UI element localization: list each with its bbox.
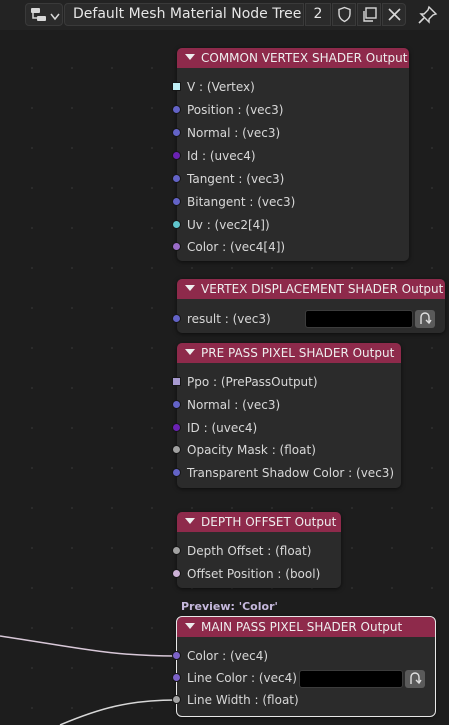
- socket-icon[interactable]: [172, 377, 181, 386]
- socket-label: ID : (uvec4): [187, 421, 258, 435]
- socket-label: Uv : (vec2[4]): [187, 218, 270, 232]
- preview-label: Preview: 'Color': [181, 600, 278, 613]
- socket-icon[interactable]: [172, 128, 181, 137]
- socket-icon[interactable]: [172, 220, 181, 229]
- collapse-triangle-icon[interactable]: [185, 285, 195, 291]
- socket-label: Normal : (vec3): [187, 126, 281, 140]
- reset-default-button[interactable]: [415, 310, 435, 328]
- node-title: COMMON VERTEX SHADER Output: [201, 51, 408, 65]
- socket-label: Tangent : (vec3): [187, 172, 285, 186]
- socket-label: Line Width : (float): [187, 693, 299, 707]
- socket-label: Offset Position : (bool): [187, 567, 321, 581]
- link-color: [0, 635, 177, 657]
- socket-icon[interactable]: [172, 400, 181, 409]
- node-header[interactable]: MAIN PASS PIXEL SHADER Output: [177, 617, 435, 637]
- link-line-width: [59, 699, 177, 725]
- node-header[interactable]: PRE PASS PIXEL SHADER Output: [177, 343, 401, 363]
- socket-icon[interactable]: [172, 445, 181, 454]
- socket-label: V : (Vertex): [187, 80, 255, 94]
- node-title: PRE PASS PIXEL SHADER Output: [201, 346, 395, 360]
- socket-label: Color : (vec4): [187, 649, 269, 663]
- socket-label: Opacity Mask : (float): [187, 443, 316, 457]
- socket-label: Depth Offset : (float): [187, 544, 312, 558]
- socket-icon[interactable]: [172, 242, 181, 251]
- node-depth-offset-output[interactable]: DEPTH OFFSET Output Depth Offset : (floa…: [172, 512, 341, 588]
- socket-icon[interactable]: [172, 546, 181, 555]
- socket-icon[interactable]: [172, 673, 181, 682]
- reset-default-button[interactable]: [405, 670, 425, 688]
- socket-label: Id : (uvec4): [187, 149, 256, 163]
- node-common-vertex-shader-output[interactable]: COMMON VERTEX SHADER Output V : (Vertex)…: [172, 48, 409, 261]
- socket-icon[interactable]: [172, 314, 181, 323]
- socket-label: Bitangent : (vec3): [187, 195, 296, 209]
- socket-icon[interactable]: [172, 105, 181, 114]
- result-color-field[interactable]: [305, 310, 413, 328]
- collapse-triangle-icon[interactable]: [185, 623, 195, 629]
- collapse-triangle-icon[interactable]: [185, 349, 195, 355]
- node-header[interactable]: VERTEX DISPLACEMENT SHADER Output: [177, 279, 445, 299]
- socket-icon[interactable]: [172, 174, 181, 183]
- collapse-triangle-icon[interactable]: [185, 518, 195, 524]
- socket-icon[interactable]: [172, 569, 181, 578]
- line-color-field[interactable]: [299, 670, 403, 688]
- socket-icon[interactable]: [172, 82, 181, 91]
- socket-label: Normal : (vec3): [187, 398, 281, 412]
- socket-icon[interactable]: [172, 151, 181, 160]
- socket-label: Color : (vec4[4]): [187, 240, 286, 254]
- node-pre-pass-pixel-shader-output[interactable]: PRE PASS PIXEL SHADER Output Ppo : (PreP…: [172, 343, 401, 488]
- node-header[interactable]: COMMON VERTEX SHADER Output: [177, 48, 409, 68]
- collapse-triangle-icon[interactable]: [185, 54, 195, 60]
- node-main-pass-pixel-shader-output[interactable]: MAIN PASS PIXEL SHADER Output Color : (v…: [172, 616, 436, 717]
- socket-icon[interactable]: [172, 695, 181, 704]
- node-header[interactable]: DEPTH OFFSET Output: [177, 512, 341, 532]
- socket-icon[interactable]: [172, 423, 181, 432]
- node-vertex-displacement-shader-output[interactable]: VERTEX DISPLACEMENT SHADER Output result…: [172, 279, 445, 333]
- socket-label: result : (vec3): [187, 312, 271, 326]
- socket-icon[interactable]: [172, 468, 181, 477]
- socket-label: Line Color : (vec4): [187, 671, 297, 685]
- node-title: VERTEX DISPLACEMENT SHADER Output: [201, 282, 444, 296]
- node-title: MAIN PASS PIXEL SHADER Output: [201, 620, 403, 634]
- socket-label: Position : (vec3): [187, 103, 284, 117]
- socket-label: Ppo : (PrePassOutput): [187, 375, 318, 389]
- socket-label: Transparent Shadow Color : (vec3): [187, 466, 395, 480]
- socket-icon[interactable]: [172, 197, 181, 206]
- node-title: DEPTH OFFSET Output: [201, 515, 337, 529]
- socket-icon[interactable]: [172, 651, 181, 660]
